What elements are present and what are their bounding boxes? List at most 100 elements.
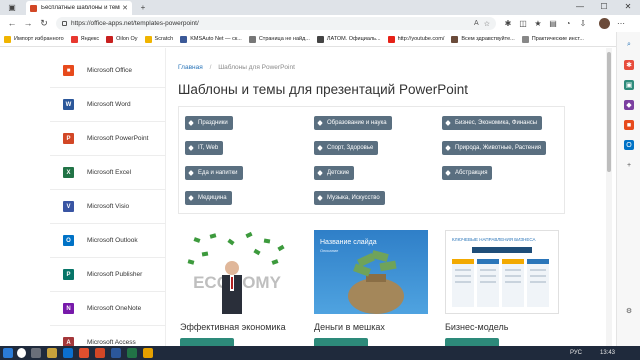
bookmark-item[interactable]: ЛАТОМ. Официаль... xyxy=(316,35,381,43)
taskbar-app-icon[interactable] xyxy=(143,348,153,358)
profile-avatar[interactable] xyxy=(599,18,610,29)
read-aloud-icon[interactable]: A xyxy=(474,20,479,27)
search-icon[interactable]: ⌕ xyxy=(624,40,634,50)
sidebar-item-product[interactable]: ■ Microsoft Office xyxy=(50,54,166,88)
history-icon[interactable]: ◔ xyxy=(563,19,573,28)
category-tag[interactable]: Музыка, Искусство xyxy=(314,191,385,205)
shopping-icon[interactable]: ✱ xyxy=(624,60,634,70)
sidebar-item-product[interactable]: N Microsoft OneNote xyxy=(50,292,166,326)
bookmark-label: Всем здравствуйте... xyxy=(461,36,515,42)
sidebar-item-product[interactable]: O Microsoft Outlook xyxy=(50,224,166,258)
template-thumbnail[interactable]: Название слайда Описание xyxy=(314,230,428,314)
powerpoint-icon[interactable] xyxy=(95,348,105,358)
money-bag-thumbnail-art: Название слайда Описание xyxy=(320,238,404,314)
excel-icon[interactable] xyxy=(127,348,137,358)
page-scrollbar[interactable] xyxy=(606,48,612,346)
sidebar-settings-icon[interactable]: ⚙ xyxy=(624,306,634,316)
category-tag[interactable]: Детские xyxy=(314,166,355,180)
template-thumbnail[interactable]: ECONOMY xyxy=(180,230,294,314)
collections-icon[interactable]: ▤ xyxy=(548,19,558,28)
template-card[interactable]: КЛЮЧЕВЫЕ НАПРАВЛЕНИЯ БИЗНЕСА Бизнес-моде… xyxy=(445,230,559,346)
download-button[interactable] xyxy=(180,338,234,346)
bookmark-item[interactable]: Практические инст... xyxy=(521,35,584,43)
chrome-icon[interactable] xyxy=(79,348,89,358)
bookmark-item[interactable]: KMSAuto Net — ск... xyxy=(180,35,242,43)
bookmark-item[interactable]: Scratch xyxy=(144,35,173,43)
sidebar-item-product[interactable]: V Microsoft Visio xyxy=(50,190,166,224)
sidebar-item-product[interactable]: A Microsoft Access xyxy=(50,326,166,346)
sidebar-item-label: Microsoft Publisher xyxy=(87,271,143,278)
favorite-star-icon[interactable]: ☆ xyxy=(484,20,490,28)
category-tag[interactable]: Еда и напитки xyxy=(185,166,243,180)
sidebar-item-product[interactable]: W Microsoft Word xyxy=(50,88,166,122)
minimize-button[interactable]: — xyxy=(568,0,592,14)
bookmark-item[interactable]: Яндекс xyxy=(70,35,100,43)
template-name[interactable]: Эффективная экономика xyxy=(180,322,286,332)
search-taskbar-icon[interactable] xyxy=(17,348,26,358)
browser-tab-active[interactable]: Бесплатные шаблоны и темы д ✕ xyxy=(26,1,132,15)
bookmark-label: Яндекс xyxy=(80,36,100,42)
bookmark-item[interactable]: Импорт избранного xyxy=(4,35,64,43)
product-icon: N xyxy=(63,303,74,314)
bookmark-item[interactable]: Oilon Oy xyxy=(106,35,138,43)
windows-start-icon[interactable] xyxy=(3,348,13,358)
template-name[interactable]: Деньги в мешках xyxy=(314,322,385,332)
clock[interactable]: 13:43 xyxy=(600,348,615,358)
tab-strip: ▣ Бесплатные шаблоны и темы д ✕ + — ☐ ✕ xyxy=(0,0,640,15)
category-tag[interactable]: IT, Web xyxy=(185,141,224,155)
bookmark-favicon-icon xyxy=(180,35,188,43)
bookmark-item[interactable]: Всем здравствуйте... xyxy=(451,35,515,43)
extensions-icon[interactable]: ✱ xyxy=(503,19,513,28)
maximize-button[interactable]: ☐ xyxy=(592,0,616,14)
favorites-icon[interactable]: ★ xyxy=(533,19,543,28)
close-window-button[interactable]: ✕ xyxy=(616,0,640,14)
tag-icon xyxy=(317,170,323,176)
template-thumbnail[interactable]: КЛЮЧЕВЫЕ НАПРАВЛЕНИЯ БИЗНЕСА xyxy=(445,230,559,314)
category-tag[interactable]: Природа, Животные, Растения xyxy=(442,141,547,155)
office-icon[interactable]: ■ xyxy=(624,120,634,130)
language-indicator[interactable]: РУС xyxy=(570,348,582,358)
bookmark-item[interactable]: Страница не найд... xyxy=(248,35,310,43)
add-sidebar-app-icon[interactable]: + xyxy=(624,160,634,170)
sidebar-item-product[interactable]: X Microsoft Excel xyxy=(50,156,166,190)
category-tag[interactable]: Бизнес, Экономика, Финансы xyxy=(442,116,543,130)
back-arrow-icon[interactable]: ← xyxy=(6,18,18,29)
forward-arrow-icon[interactable]: → xyxy=(22,18,34,29)
downloads-icon[interactable]: ⇩ xyxy=(578,19,588,28)
category-tag[interactable]: Образование и наука xyxy=(314,116,392,130)
template-card[interactable]: ECONOMY Эффективная экономика xyxy=(180,230,294,346)
category-tag[interactable]: Абстракция xyxy=(442,166,493,180)
sidebar-item-product[interactable]: P Microsoft Publisher xyxy=(50,258,166,292)
more-menu-icon[interactable]: ⋯ xyxy=(616,19,626,28)
sidebar-item-label: Microsoft Outlook xyxy=(87,237,138,244)
product-icon: W xyxy=(63,99,74,110)
template-card[interactable]: Название слайда Описание Деньги в мешках xyxy=(314,230,428,346)
word-icon[interactable] xyxy=(111,348,121,358)
download-button[interactable] xyxy=(314,338,368,346)
file-explorer-icon[interactable] xyxy=(47,348,57,358)
edge-browser-icon[interactable] xyxy=(63,348,73,358)
scrollbar-thumb[interactable] xyxy=(607,52,611,172)
refresh-icon[interactable]: ↻ xyxy=(38,18,50,29)
breadcrumb-home-link[interactable]: Главная xyxy=(178,64,203,71)
category-tag[interactable]: Праздники xyxy=(185,116,233,130)
tab-close-icon[interactable]: ✕ xyxy=(122,4,128,12)
category-tag[interactable]: Медицина xyxy=(185,191,232,205)
address-bar[interactable]: https://office-apps.net/templates-powerp… xyxy=(56,17,496,30)
template-name[interactable]: Бизнес-модель xyxy=(445,322,508,332)
breadcrumb-separator: / xyxy=(209,64,212,71)
sidebar-item-product[interactable]: P Microsoft PowerPoint xyxy=(50,122,166,156)
money-thumb-title: Название слайда xyxy=(320,238,377,246)
new-tab-button[interactable]: + xyxy=(137,2,149,13)
bookmark-item[interactable]: http://youtube.com/ xyxy=(387,35,444,43)
games-icon[interactable]: ◆ xyxy=(624,100,634,110)
task-view-icon[interactable] xyxy=(31,348,41,358)
download-button[interactable] xyxy=(445,338,499,346)
url-text[interactable]: https://office-apps.net/templates-powerp… xyxy=(71,20,469,27)
category-tag[interactable]: Спорт, Здоровье xyxy=(314,141,379,155)
split-screen-icon[interactable]: ◫ xyxy=(518,19,528,28)
tab-actions-icon[interactable]: ▣ xyxy=(6,2,18,13)
outlook-icon[interactable]: O xyxy=(624,140,634,150)
tools-icon[interactable]: ▣ xyxy=(624,80,634,90)
category-tags-panel: Праздники Образование и наука Бизнес, Экон… xyxy=(178,106,565,214)
